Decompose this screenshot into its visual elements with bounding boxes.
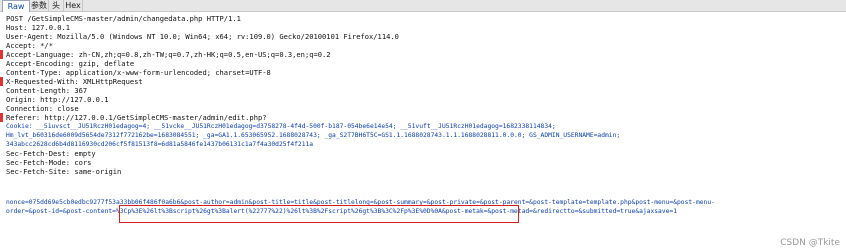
cookie-continued: 343abcc2628cd6b4d8116930cd206cf5f81513f8… bbox=[6, 141, 314, 148]
header-cookie: Cookie: __51uvsct__JU51RczH01edagog=4; _… bbox=[6, 123, 556, 130]
header-sec-fetch-dest: Sec-Fetch-Dest: empty bbox=[6, 149, 96, 158]
request-line: POST /GetSimpleCMS-master/admin/changeda… bbox=[6, 14, 241, 23]
tab-raw[interactable]: Raw bbox=[2, 0, 30, 12]
gutter-marker bbox=[0, 113, 3, 122]
header-content-type: Content-Type: application/x-www-form-url… bbox=[6, 68, 271, 77]
xss-payload-highlight-box bbox=[119, 205, 519, 223]
tab-params[interactable]: 参数 bbox=[30, 0, 49, 11]
header-accept-encoding: Accept-Encoding: gzip, deflate bbox=[6, 59, 135, 68]
tab-headers[interactable]: 头 bbox=[49, 0, 64, 11]
message-editor-tabs: Raw 参数 头 Hex bbox=[0, 0, 846, 12]
header-connection: Connection: close bbox=[6, 104, 79, 113]
cookie-continued: Hm_lvt_b60316de6009d5654de7312f772162be=… bbox=[6, 132, 621, 139]
header-origin: Origin: http://127.0.0.1 bbox=[6, 95, 109, 104]
header-host: Host: 127.0.0.1 bbox=[6, 23, 71, 32]
tab-hex[interactable]: Hex bbox=[64, 0, 83, 11]
header-content-length: Content-Length: 367 bbox=[6, 86, 88, 95]
gutter-marker bbox=[0, 77, 3, 86]
watermark: CSDN @Tkite bbox=[780, 238, 840, 248]
header-sec-fetch-mode: Sec-Fetch-Mode: cors bbox=[6, 158, 92, 167]
header-referer: Referer: http://127.0.0.1/GetSimpleCMS-m… bbox=[6, 113, 267, 122]
header-x-requested-with: X-Requested-With: XMLHttpRequest bbox=[6, 77, 143, 86]
gutter-marker bbox=[0, 50, 3, 59]
header-user-agent: User-Agent: Mozilla/5.0 (Windows NT 10.0… bbox=[6, 32, 399, 41]
header-accept: Accept: */* bbox=[6, 41, 53, 50]
header-sec-fetch-site: Sec-Fetch-Site: same-origin bbox=[6, 167, 122, 176]
header-accept-language: Accept-Language: zh-CN,zh;q=0.8,zh-TW;q=… bbox=[6, 50, 331, 59]
